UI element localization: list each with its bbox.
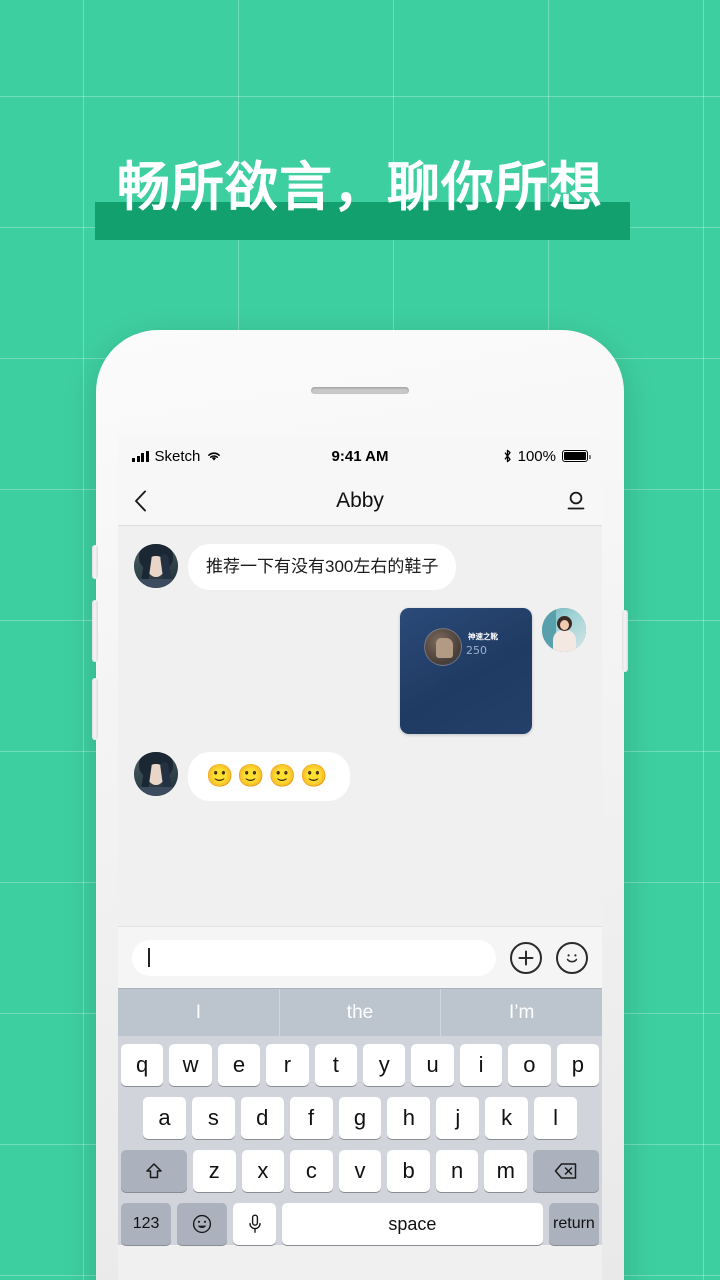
signal-bars-icon xyxy=(132,450,149,462)
on-screen-keyboard: q w e r t y u i o p a s d f g h j k l z … xyxy=(118,1036,602,1245)
key-l[interactable]: l xyxy=(534,1097,578,1139)
anime-girl-avatar xyxy=(134,544,178,588)
profile-button[interactable] xyxy=(566,490,586,512)
message-input[interactable] xyxy=(132,939,496,976)
message-bubble[interactable]: 推荐一下有没有300左右的鞋子 xyxy=(188,544,457,591)
text-caret xyxy=(148,948,150,967)
earpiece-speaker xyxy=(311,387,409,394)
key-h[interactable]: h xyxy=(387,1097,431,1139)
key-v[interactable]: v xyxy=(338,1150,382,1192)
predictive-text-bar: I the I’m xyxy=(118,988,602,1037)
key-a[interactable]: a xyxy=(143,1097,186,1139)
key-q[interactable]: q xyxy=(120,1044,164,1086)
chat-messages: 推荐一下有没有300左右的鞋子 神速之靴 250 🙂🙂🙂🙂 xyxy=(118,526,602,926)
suggestion-1[interactable]: the xyxy=(278,988,441,1037)
shift-arrow-icon xyxy=(146,1163,162,1179)
message-row-outgoing-image: 神速之靴 250 xyxy=(134,608,586,735)
key-z[interactable]: z xyxy=(192,1150,236,1192)
key-f[interactable]: f xyxy=(289,1097,333,1139)
key-c[interactable]: c xyxy=(290,1150,333,1192)
avatar[interactable] xyxy=(134,752,178,797)
mute-switch[interactable] xyxy=(92,545,98,579)
promo-stage: 畅所欲言，聊你所想 Sketch 9:41 AM 100% Abby 推荐一下有… xyxy=(0,0,720,1280)
phone-screen: Sketch 9:41 AM 100% Abby 推荐一下有没有300左右的鞋子… xyxy=(118,436,602,1280)
wifi-icon xyxy=(208,452,221,461)
bluetooth-icon xyxy=(504,449,511,463)
microphone-key[interactable] xyxy=(233,1203,276,1245)
key-u[interactable]: u xyxy=(411,1044,454,1086)
key-m[interactable]: m xyxy=(484,1150,528,1192)
avatar[interactable] xyxy=(134,544,178,588)
item-name-label: 神速之靴 xyxy=(468,632,498,642)
emoji-picker-button[interactable] xyxy=(556,941,588,974)
keyboard-row-1: q w e r t y u i o p xyxy=(120,1044,600,1086)
emoji-key[interactable] xyxy=(177,1203,228,1245)
keyboard-row-2: a s d f g h j k l xyxy=(121,1097,599,1139)
key-o[interactable]: o xyxy=(508,1044,551,1086)
avatar[interactable] xyxy=(542,608,586,653)
image-message-card[interactable]: 神速之靴 250 xyxy=(400,608,532,735)
anime-girl-avatar xyxy=(134,752,178,797)
power-button[interactable] xyxy=(622,610,628,672)
numeric-key[interactable]: 123 xyxy=(121,1203,172,1245)
smiley-circle-icon xyxy=(566,953,578,962)
plus-circle-icon xyxy=(518,950,534,965)
key-g[interactable]: g xyxy=(338,1097,382,1139)
back-button[interactable] xyxy=(134,490,147,512)
page-title: Abby xyxy=(336,488,384,512)
key-j[interactable]: j xyxy=(436,1097,480,1139)
keyboard-row-3: z x c v b n m xyxy=(121,1150,600,1192)
battery-full-icon xyxy=(562,450,591,462)
message-input-bar xyxy=(118,926,602,988)
headline-block: 畅所欲言，聊你所想 xyxy=(0,150,720,250)
space-key[interactable]: space xyxy=(281,1203,543,1245)
key-y[interactable]: y xyxy=(363,1044,406,1086)
carrier-label: Sketch xyxy=(154,447,201,465)
key-e[interactable]: e xyxy=(217,1044,261,1086)
microphone-icon xyxy=(248,1214,261,1233)
chevron-left-icon xyxy=(135,490,146,511)
key-w[interactable]: w xyxy=(169,1044,212,1086)
add-attachment-button[interactable] xyxy=(510,941,542,974)
nav-bar: Abby xyxy=(118,476,602,526)
return-key[interactable]: return xyxy=(548,1203,600,1245)
smiley-key-icon xyxy=(193,1214,212,1234)
suggestion-2[interactable]: I’m xyxy=(440,988,602,1037)
volume-up-button[interactable] xyxy=(92,600,98,662)
key-d[interactable]: d xyxy=(240,1097,284,1139)
message-row-incoming-emoji: 🙂🙂🙂🙂 xyxy=(134,752,586,801)
key-n[interactable]: n xyxy=(435,1150,479,1192)
child-photo-avatar xyxy=(542,608,586,653)
keyboard-row-4: 123 space return xyxy=(121,1203,600,1245)
volume-down-button[interactable] xyxy=(92,678,98,740)
item-price-label: 250 xyxy=(466,644,487,658)
key-r[interactable]: r xyxy=(266,1044,309,1086)
key-i[interactable]: i xyxy=(459,1044,503,1086)
status-bar: Sketch 9:41 AM 100% xyxy=(118,436,602,476)
battery-percent-label: 100% xyxy=(517,447,556,465)
clock-label: 9:41 AM xyxy=(331,447,389,465)
key-t[interactable]: t xyxy=(314,1044,357,1086)
key-s[interactable]: s xyxy=(191,1097,235,1139)
key-b[interactable]: b xyxy=(387,1150,430,1192)
shift-key[interactable] xyxy=(121,1150,187,1192)
backspace-key[interactable] xyxy=(533,1150,600,1192)
key-x[interactable]: x xyxy=(241,1150,285,1192)
boot-item-icon xyxy=(424,628,462,667)
key-k[interactable]: k xyxy=(485,1097,529,1139)
message-bubble[interactable]: 🙂🙂🙂🙂 xyxy=(188,752,350,801)
key-p[interactable]: p xyxy=(556,1044,600,1086)
suggestion-0[interactable]: I xyxy=(118,989,279,1037)
message-row-incoming-text: 推荐一下有没有300左右的鞋子 xyxy=(134,544,586,591)
headline-text: 畅所欲言，聊你所想 xyxy=(117,157,603,218)
backspace-icon xyxy=(554,1163,577,1179)
person-icon xyxy=(567,491,585,509)
phone-mockup: Sketch 9:41 AM 100% Abby 推荐一下有没有300左右的鞋子… xyxy=(92,330,628,1280)
